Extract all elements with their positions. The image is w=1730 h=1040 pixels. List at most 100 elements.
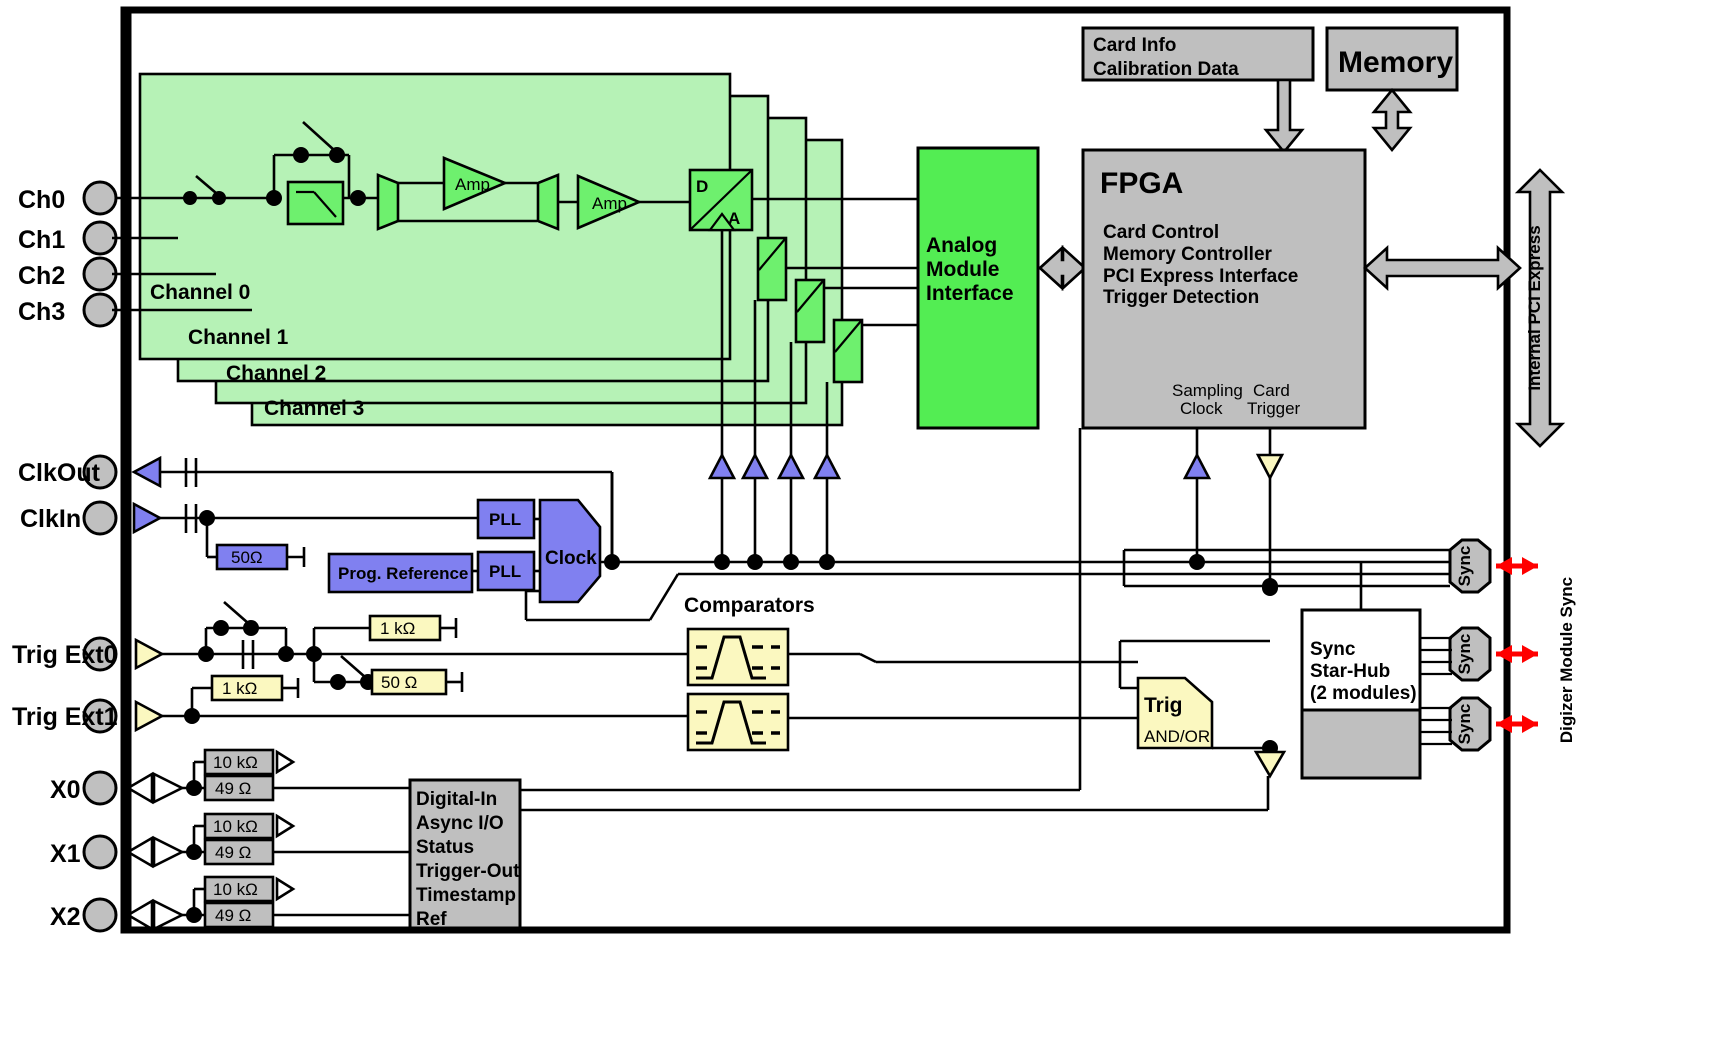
x2-pullup-buffer-icon	[275, 876, 296, 902]
sync-star-hub-block	[1300, 708, 1422, 780]
connector-x0[interactable]	[82, 770, 118, 806]
connector-ch0[interactable]	[82, 180, 118, 216]
ch3-adc-small	[832, 318, 864, 384]
sync-connector-1-label: Sync	[1455, 634, 1474, 675]
trig-ext0-bypass-sw-blade	[223, 601, 249, 624]
ch0-mux-in	[376, 173, 400, 231]
connector-x2[interactable]	[82, 897, 118, 933]
clock-label: Clock	[545, 548, 597, 569]
connector-ch1[interactable]	[82, 220, 118, 256]
x2-buffer-in-icon	[152, 898, 185, 932]
x0-pullup-label: 10 kΩ	[213, 753, 258, 772]
x1-buffer-out-icon	[125, 835, 154, 869]
diagram-svg: Channel 3 Channel 2 Channel 1 Channel 0 …	[12, 6, 1576, 934]
block-diagram-canvas: Channel 3 Channel 2 Channel 1 Channel 0 …	[0, 0, 1730, 1040]
x0-buffer-in-icon	[152, 771, 185, 805]
clock-bus-node-ch2	[783, 554, 799, 570]
channel-panel-0-label: Channel 0	[150, 281, 250, 304]
sync-connector-2-label: Sync	[1455, 704, 1474, 745]
digital-io-line-0: Digital-In	[416, 789, 497, 810]
connector-clkin[interactable]	[82, 500, 118, 536]
digital-io-line-4: Timestamp	[416, 885, 516, 906]
ch1-adc-small	[756, 236, 788, 302]
sync-connector-0[interactable]: Sync	[1448, 538, 1492, 594]
fpga-func-2: PCI Express Interface	[1103, 266, 1298, 287]
channel-panel-0	[138, 72, 732, 361]
fpga-card-trigger-pin-1: Trigger	[1247, 399, 1301, 418]
fpga-sampling-clock-pin-0: Sampling	[1172, 381, 1243, 400]
digitizer-module-sync-label: Digizer Module Sync	[1557, 577, 1576, 743]
fpga-title: FPGA	[1100, 167, 1183, 200]
port-label-ch3: Ch3	[18, 298, 65, 326]
digital-io-line-3: Trigger-Out	[416, 861, 520, 882]
x1-series-label: 49 Ω	[215, 843, 251, 862]
connector-ch2[interactable]	[82, 256, 118, 292]
internal-pci-express-label: Internal PCI Express	[1525, 225, 1544, 390]
clock-feedback-slant	[648, 573, 680, 621]
trig-ext1-pullup-label: 1 kΩ	[222, 679, 257, 698]
card-info-line-1: Calibration Data	[1093, 59, 1239, 80]
clock-bus-node-ch3	[819, 554, 835, 570]
memory-label: Memory	[1338, 46, 1453, 79]
sampling-clock-buffer-icon	[1182, 452, 1212, 480]
x0-pullup-buffer-icon	[275, 749, 296, 775]
sync-arrow-1	[1496, 645, 1538, 663]
connector-x1[interactable]	[82, 834, 118, 870]
ch0-bypass-sw-left-pole	[293, 147, 309, 163]
port-label-trig-ext0: Trig Ext0	[12, 641, 118, 669]
ami-label-line-1: Module	[926, 258, 1000, 281]
ch0-clk-buffer-icon	[707, 452, 737, 480]
trig-ext1-buffer-icon	[134, 699, 165, 733]
prog-reference-label: Prog. Reference	[338, 564, 468, 583]
connector-ch3[interactable]	[82, 292, 118, 328]
port-label-x1: X1	[50, 840, 81, 868]
ch0-amp1-label: Amp	[455, 175, 490, 194]
port-label-clkout: ClkOut	[18, 459, 101, 487]
trig-out-buffer-icon	[1253, 750, 1287, 779]
ami-label-line-2: Interface	[926, 282, 1014, 305]
ch0-amp2-label: Amp	[592, 194, 627, 213]
channel-panel-2-label: Channel 2	[226, 362, 326, 385]
clkin-term-resistor-label: 50Ω	[231, 548, 263, 567]
sync-star-hub-line-2: (2 modules)	[1310, 683, 1417, 704]
ami-fpga-bus-arrow-body	[1038, 245, 1087, 291]
ami-label-line-0: Analog	[926, 234, 997, 257]
ch1-clk-buffer-icon	[740, 452, 770, 480]
x1-pullup-label: 10 kΩ	[213, 817, 258, 836]
sync-arrow-0	[1496, 557, 1538, 575]
x1-pullup-buffer-icon	[275, 813, 296, 839]
trig-ext0-pullup-label: 1 kΩ	[380, 619, 415, 638]
trig-mode-label: AND/OR	[1144, 727, 1210, 746]
sync-connector-2[interactable]: Sync	[1448, 696, 1492, 752]
sync-star-hub-line-1: Star-Hub	[1310, 661, 1390, 682]
x0-buffer-out-icon	[125, 771, 154, 805]
clkin-buffer-icon	[132, 501, 163, 535]
port-label-clkin: ClkIn	[20, 505, 81, 533]
trig-ext0-bypass-sw-pole-l	[213, 620, 229, 636]
fpga-card-trigger-pin-0: Card	[1253, 381, 1290, 400]
sync-connector-0-label: Sync	[1455, 546, 1474, 587]
ch0-node-a	[183, 191, 197, 205]
channel-panel-3-label: Channel 3	[264, 397, 364, 420]
x2-series-label: 49 Ω	[215, 906, 251, 925]
memory-fpga-arrow	[1371, 87, 1413, 153]
sync-bus-node-trig	[1262, 578, 1278, 594]
port-label-x2: X2	[50, 903, 81, 931]
fpga-pcie-bus-arrow	[1363, 245, 1522, 291]
ch0-switch-pole	[212, 191, 226, 205]
port-label-x0: X0	[50, 776, 81, 804]
clkout-buffer-icon	[131, 455, 162, 489]
clock-bus-node-ch0	[714, 554, 730, 570]
ch0-mux-out	[536, 173, 560, 231]
ch0-filter-block	[286, 180, 345, 226]
x1-buffer-in-icon	[152, 835, 185, 869]
clock-bus-node-ch1	[747, 554, 763, 570]
x0-series-label: 49 Ω	[215, 779, 251, 798]
trig-ext0-term-sw-pole-l	[330, 674, 346, 690]
x2-pullup-label: 10 kΩ	[213, 880, 258, 899]
port-label-ch0: Ch0	[18, 186, 65, 214]
fpga-func-0: Card Control	[1103, 222, 1219, 243]
fpga-func-3: Trigger Detection	[1103, 287, 1259, 308]
ch2-clk-buffer-icon	[776, 452, 806, 480]
sync-connector-1[interactable]: Sync	[1448, 626, 1492, 682]
